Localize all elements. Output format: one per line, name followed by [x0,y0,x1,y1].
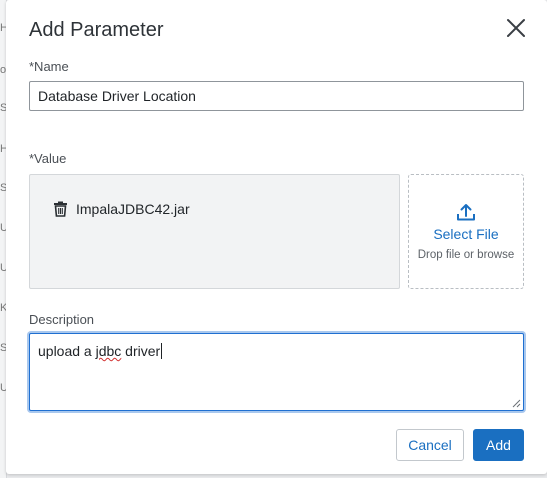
select-file-link[interactable]: Select File [409,226,523,242]
add-parameter-dialog: Add Parameter *Name *Value ImpalaJDBC42.… [6,0,547,474]
cancel-button[interactable]: Cancel [396,429,464,461]
file-name: ImpalaJDBC42.jar [76,201,190,217]
dialog-title: Add Parameter [29,19,164,41]
delete-file-button[interactable] [53,201,68,217]
value-file-list: ImpalaJDBC42.jar [29,174,400,289]
resize-grip-icon[interactable] [512,399,521,408]
file-item: ImpalaJDBC42.jar [53,200,190,218]
add-button[interactable]: Add [473,429,524,461]
value-label: *Value [29,151,67,166]
upload-icon [457,204,475,221]
close-icon [507,19,525,37]
description-text: upload a [38,343,96,359]
trash-icon [54,201,67,217]
drop-hint: Drop file or browse [417,249,515,261]
misspelled-word: jdbc [95,343,122,359]
text-caret [161,343,163,359]
name-label: *Name [29,59,69,74]
file-drop-zone[interactable]: Select File Drop file or browse [408,174,524,289]
name-input[interactable] [29,81,524,111]
close-button[interactable] [504,16,528,40]
description-text-end: driver [121,343,161,359]
description-label: Description [29,312,95,327]
description-textarea[interactable]: upload a jdbc driver [29,333,524,411]
